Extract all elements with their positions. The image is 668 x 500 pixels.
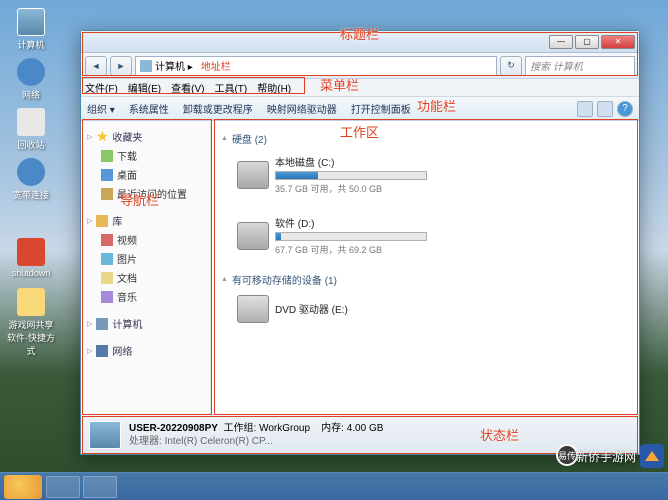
category-hdd[interactable]: ▲硬盘 (2) (221, 127, 629, 150)
content-area: ▲硬盘 (2) 本地磁盘 (C:) 35.7 GB 可用，共 50.0 GB 软… (211, 121, 639, 414)
dvd-icon (237, 295, 269, 323)
sidebar-item-desktop[interactable]: 桌面 (83, 165, 208, 184)
close-button[interactable]: ✕ (601, 35, 635, 49)
hdd-icon (237, 222, 269, 250)
address-bar[interactable]: 计算机 ▸ 地址栏 (135, 56, 497, 76)
sidebar-item-documents[interactable]: 文档 (83, 268, 208, 287)
menu-file[interactable]: 文件(F) (85, 80, 118, 95)
menu-tools[interactable]: 工具(T) (214, 80, 247, 95)
desktop-icon-shutdown[interactable]: shutdown (6, 238, 56, 278)
task-item[interactable] (46, 476, 80, 498)
desktop-icon-network[interactable]: 网络 (6, 58, 56, 101)
tool-controlpanel[interactable]: 打开控制面板 (351, 101, 411, 116)
sidebar-item-downloads[interactable]: 下载 (83, 146, 208, 165)
sidebar-item-pictures[interactable]: 图片 (83, 249, 208, 268)
wechat-badge: 易传 (556, 444, 578, 466)
menubar: 文件(F) 编辑(E) 查看(V) 工具(T) 帮助(H) (81, 79, 639, 97)
menu-edit[interactable]: 编辑(E) (128, 80, 161, 95)
sidebar-libraries-head[interactable]: ▷库 (83, 211, 208, 230)
menu-help[interactable]: 帮助(H) (257, 80, 291, 95)
maximize-button[interactable]: ▢ (575, 35, 599, 49)
document-icon (101, 272, 113, 284)
menu-view[interactable]: 查看(V) (171, 80, 204, 95)
start-button[interactable] (4, 475, 42, 499)
forward-button[interactable]: ► (110, 56, 132, 76)
music-icon (101, 291, 113, 303)
download-icon (101, 150, 113, 162)
sidebar-item-videos[interactable]: 视频 (83, 230, 208, 249)
tool-sysprops[interactable]: 系统属性 (129, 101, 169, 116)
tool-uninstall[interactable]: 卸载或更改程序 (183, 101, 253, 116)
capacity-bar (275, 171, 427, 180)
computer-icon (96, 318, 108, 330)
sidebar-network-head[interactable]: ▷网络 (83, 341, 208, 360)
navbar: ◄ ► 计算机 ▸ 地址栏 ↻ 搜索 计算机 (81, 53, 639, 79)
task-item[interactable] (83, 476, 117, 498)
recent-icon (101, 188, 113, 200)
refresh-button[interactable]: ↻ (500, 56, 522, 76)
address-annotation: 地址栏 (201, 58, 231, 73)
sidebar-item-recent[interactable]: 最近访问的位置 (83, 184, 208, 203)
drive-d[interactable]: 软件 (D:) 67.7 GB 可用，共 69.2 GB (237, 215, 427, 256)
desktop-icon-shortcut[interactable]: 游戏网共享软件·快捷方式 (6, 288, 56, 357)
taskbar[interactable] (0, 472, 668, 500)
computer-icon (89, 421, 121, 449)
back-button[interactable]: ◄ (85, 56, 107, 76)
sidebar-computer-head[interactable]: ▷计算机 (83, 314, 208, 333)
preview-icon[interactable] (597, 101, 613, 117)
drive-dvd[interactable]: DVD 驱动器 (E:) (237, 295, 427, 323)
video-icon (101, 234, 113, 246)
desktop-icon-computer[interactable]: 计算机 (6, 8, 56, 51)
sidebar-item-music[interactable]: 音乐 (83, 287, 208, 306)
library-icon (96, 215, 108, 227)
minimize-button[interactable]: — (549, 35, 573, 49)
view-icon[interactable] (577, 101, 593, 117)
desktop-icon-broadband[interactable]: 宽带连接 (6, 158, 56, 201)
sidebar: ▷收藏夹 下载 桌面 最近访问的位置 ▷库 视频 图片 文档 音乐 ▷计算机 ▷… (81, 121, 211, 414)
toolbar: 组织 ▾ 系统属性 卸载或更改程序 映射网络驱动器 打开控制面板 ? (81, 97, 639, 121)
breadcrumb[interactable]: 计算机 ▸ (155, 58, 193, 73)
titlebar[interactable]: — ▢ ✕ (81, 31, 639, 53)
statusbar: USER-20220908PY 工作组: WorkGroup 内存: 4.00 … (81, 414, 639, 454)
site-watermark: 新侨手游网 (576, 444, 664, 468)
search-input[interactable]: 搜索 计算机 (525, 56, 635, 76)
organize-button[interactable]: 组织 ▾ (87, 101, 115, 116)
status-text: USER-20220908PY 工作组: WorkGroup 内存: 4.00 … (129, 422, 383, 448)
capacity-bar (275, 232, 427, 241)
drive-c[interactable]: 本地磁盘 (C:) 35.7 GB 可用，共 50.0 GB (237, 154, 427, 195)
desktop-icon-recycle[interactable]: 回收站 (6, 108, 56, 151)
sidebar-favorites-head[interactable]: ▷收藏夹 (83, 127, 208, 146)
house-icon (640, 444, 664, 468)
desktop-icon (101, 169, 113, 181)
hdd-icon (237, 161, 269, 189)
star-icon (96, 131, 108, 143)
picture-icon (101, 253, 113, 265)
explorer-window: — ▢ ✕ ◄ ► 计算机 ▸ 地址栏 ↻ 搜索 计算机 文件(F) 编辑(E)… (80, 30, 640, 455)
tool-mapdrive[interactable]: 映射网络驱动器 (267, 101, 337, 116)
network-icon (96, 345, 108, 357)
category-removable[interactable]: ▲有可移动存储的设备 (1) (221, 268, 629, 291)
help-icon[interactable]: ? (617, 101, 633, 117)
computer-icon (140, 60, 152, 72)
